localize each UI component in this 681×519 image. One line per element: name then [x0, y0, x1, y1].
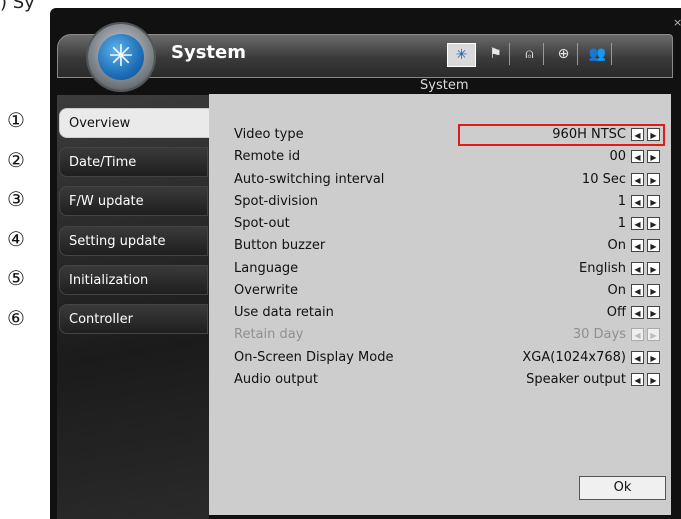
page-title: System — [171, 42, 246, 63]
caption-fragment: ) Sy — [0, 0, 35, 13]
setting-row-use-data-retain: Use data retain Off ◀ ▶ — [234, 305, 664, 322]
increase-arrow-icon[interactable]: ▶ — [647, 351, 660, 364]
decrease-arrow-icon[interactable]: ◀ — [631, 284, 644, 297]
setting-value: On — [607, 283, 626, 298]
setting-label: Video type — [234, 127, 304, 142]
setting-row-spot-division: Spot-division 1 ◀ ▶ — [234, 194, 664, 211]
marker-4: ④ — [7, 227, 25, 251]
setting-label: Audio output — [234, 372, 318, 387]
setting-value: Off — [606, 305, 626, 320]
decrease-arrow-icon[interactable]: ◀ — [631, 306, 644, 319]
decrease-arrow-icon[interactable]: ◀ — [631, 217, 644, 230]
marker-5: ⑤ — [7, 266, 25, 290]
increase-arrow-icon[interactable]: ▶ — [647, 150, 660, 163]
setting-row-osd-mode: On-Screen Display Mode XGA(1024x768) ◀ ▶ — [234, 350, 664, 367]
snowflake-icon: ✳ — [98, 34, 144, 80]
setting-row-video-type: Video type 960H NTSC ◀ ▶ — [234, 127, 664, 144]
decrease-arrow-icon[interactable]: ◀ — [631, 150, 644, 163]
system-logo: ✳ — [88, 24, 154, 90]
ok-button[interactable]: Ok — [579, 476, 666, 500]
section-subtitle: System — [420, 78, 469, 93]
decrease-arrow-icon[interactable]: ◀ — [631, 239, 644, 252]
setting-row-overwrite: Overwrite On ◀ ▶ — [234, 283, 664, 300]
decrease-arrow-icon[interactable]: ◀ — [631, 173, 644, 186]
sidebar-item-datetime[interactable]: Date/Time — [59, 147, 208, 177]
sidebar-item-initialization[interactable]: Initialization — [59, 265, 208, 295]
setting-value: 30 Days — [572, 327, 626, 342]
bell-icon[interactable]: ⍝ — [516, 43, 544, 65]
setting-label: On-Screen Display Mode — [234, 350, 394, 365]
decrease-arrow-icon[interactable]: ◀ — [631, 351, 644, 364]
setting-value: Speaker output — [526, 372, 626, 387]
setting-label: Retain day — [234, 327, 304, 342]
flag-icon[interactable]: ⚑ — [482, 43, 510, 65]
setting-row-retain-day: Retain day 30 Days ◀ ▶ — [234, 327, 664, 344]
setting-value: 960H NTSC — [552, 127, 626, 142]
setting-row-auto-switching: Auto-switching interval 10 Sec ◀ ▶ — [234, 172, 664, 189]
setting-label: Spot-out — [234, 216, 290, 231]
increase-arrow-icon[interactable]: ▶ — [647, 306, 660, 319]
setting-value: 1 — [617, 194, 626, 209]
increase-arrow-icon[interactable]: ▶ — [647, 262, 660, 275]
decrease-arrow-icon[interactable]: ◀ — [631, 373, 644, 386]
marker-1: ① — [7, 108, 25, 132]
setting-value: 1 — [617, 216, 626, 231]
system-icon[interactable]: ✳ — [447, 43, 476, 67]
increase-arrow-icon[interactable]: ▶ — [647, 173, 660, 186]
header-toolbar: ✳ ⚑ ⍝ ⊕ 👥 — [447, 43, 618, 67]
setting-value: 10 Sec — [581, 172, 626, 187]
users-icon[interactable]: 👥 — [584, 43, 612, 65]
decrease-arrow-icon[interactable]: ◀ — [631, 128, 644, 141]
sidebar-item-overview[interactable]: Overview — [59, 108, 211, 138]
setting-row-language: Language English ◀ ▶ — [234, 261, 664, 278]
setting-label: Button buzzer — [234, 238, 326, 253]
setting-label: Overwrite — [234, 283, 298, 298]
setting-row-button-buzzer: Button buzzer On ◀ ▶ — [234, 238, 664, 255]
increase-arrow-icon[interactable]: ▶ — [647, 195, 660, 208]
decrease-arrow-icon: ◀ — [631, 328, 644, 341]
setting-row-remote-id: Remote id 00 ◀ ▶ — [234, 149, 664, 166]
marker-6: ⑥ — [7, 306, 25, 330]
setting-row-audio-output: Audio output Speaker output ◀ ▶ — [234, 372, 664, 389]
sidebar-item-controller[interactable]: Controller — [59, 304, 208, 334]
setting-label: Auto-switching interval — [234, 172, 385, 187]
decrease-arrow-icon[interactable]: ◀ — [631, 262, 644, 275]
increase-arrow-icon[interactable]: ▶ — [647, 217, 660, 230]
close-icon[interactable]: × — [673, 16, 681, 29]
setting-value: On — [607, 238, 626, 253]
decrease-arrow-icon[interactable]: ◀ — [631, 195, 644, 208]
increase-arrow-icon[interactable]: ▶ — [647, 284, 660, 297]
setting-label: Use data retain — [234, 305, 334, 320]
sidebar-item-fw-update[interactable]: F/W update — [59, 186, 208, 216]
globe-icon[interactable]: ⊕ — [550, 43, 578, 65]
increase-arrow-icon[interactable]: ▶ — [647, 128, 660, 141]
marker-3: ③ — [7, 187, 25, 211]
setting-label: Remote id — [234, 149, 301, 164]
setting-label: Language — [234, 261, 299, 276]
setting-value: English — [579, 261, 626, 276]
setting-value: 00 — [609, 149, 626, 164]
setting-value: XGA(1024x768) — [522, 350, 626, 365]
increase-arrow-icon: ▶ — [647, 328, 660, 341]
setting-label: Spot-division — [234, 194, 318, 209]
marker-2: ② — [7, 148, 25, 172]
sidebar-item-setting-update[interactable]: Setting update — [59, 226, 208, 256]
increase-arrow-icon[interactable]: ▶ — [647, 239, 660, 252]
setting-row-spot-out: Spot-out 1 ◀ ▶ — [234, 216, 664, 233]
increase-arrow-icon[interactable]: ▶ — [647, 373, 660, 386]
